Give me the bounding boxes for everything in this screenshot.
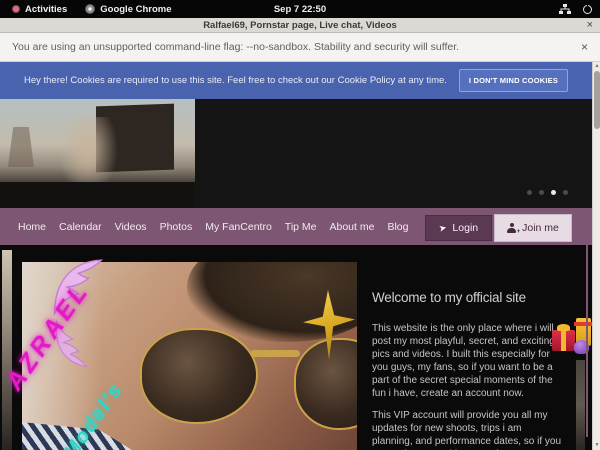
header-photo-placeholder[interactable]: [0, 99, 195, 208]
window-titlebar[interactable]: Ralfael69, Pornstar page, Live chat, Vid…: [0, 18, 600, 33]
slider-dots: [527, 190, 568, 195]
accept-cookies-button[interactable]: I DON'T MIND COOKIES: [459, 69, 568, 92]
power-icon[interactable]: [583, 5, 592, 14]
content-right-border: [586, 245, 588, 437]
clock[interactable]: Sep 7 22:50: [0, 4, 600, 15]
welcome-heading: Welcome to my official site: [372, 290, 564, 305]
photo-background-shape: [22, 262, 102, 450]
window-close-icon[interactable]: ×: [587, 18, 593, 33]
nav-item-tipme[interactable]: Tip Me: [285, 221, 317, 233]
infobar-close-icon[interactable]: ×: [581, 40, 588, 54]
scroll-down-arrow[interactable]: ▼: [593, 441, 600, 450]
login-label: Login: [452, 222, 478, 234]
nav-item-fancentro[interactable]: My FanCentro: [205, 221, 272, 233]
nav-item-blog[interactable]: Blog: [387, 221, 408, 233]
infobar-message: You are using an unsupported command-lin…: [0, 41, 459, 53]
cookie-banner: Hey there! Cookies are required to use t…: [0, 62, 592, 99]
previous-slide-sliver: [2, 250, 12, 450]
site-navbar: Home Calendar Videos Photos My FanCentro…: [0, 208, 592, 245]
paper-plane-icon: ➤: [438, 222, 448, 234]
network-tree-icon[interactable]: [559, 4, 571, 14]
welcome-paragraph-1: This website is the only place where i w…: [372, 322, 564, 400]
scrollbar-thumb[interactable]: [594, 71, 600, 129]
slider-dot-1[interactable]: [527, 190, 532, 195]
nav-item-videos[interactable]: Videos: [115, 221, 147, 233]
photo-lamp-shape: [8, 127, 34, 167]
person-plus-icon: +: [507, 223, 516, 233]
page-viewport: Hey there! Cookies are required to use t…: [0, 62, 600, 450]
join-label: Join me: [522, 222, 559, 234]
scroll-up-arrow[interactable]: ▲: [593, 62, 600, 71]
sunglasses-bridge-shape: [250, 350, 300, 357]
sunglasses-lens-shape: [140, 328, 258, 424]
gift-box-icon: [552, 330, 575, 351]
page-scrollbar[interactable]: ▲ ▼: [592, 62, 600, 450]
photo-couch-shape: [0, 182, 195, 208]
welcome-section: Welcome to my official site This website…: [372, 245, 564, 450]
gnome-top-bar: Activities Google Chrome Sep 7 22:50: [0, 0, 600, 18]
join-me-button[interactable]: + Join me: [494, 214, 572, 242]
cookie-message: Hey there! Cookies are required to use t…: [24, 75, 447, 86]
profile-photo-placeholder[interactable]: [22, 262, 357, 450]
desktop-screen: Activities Google Chrome Sep 7 22:50 Ral…: [0, 0, 600, 450]
welcome-paragraph-2: This VIP account will provide you all my…: [372, 409, 564, 450]
window-title: Ralfael69, Pornstar page, Live chat, Vid…: [203, 20, 397, 31]
header-banner: [0, 99, 592, 208]
right-edge-sliver: [576, 360, 585, 450]
nav-links: Home Calendar Videos Photos My FanCentro…: [18, 208, 408, 245]
main-content: AZRAEL Model's Welcome to my official si…: [0, 245, 592, 450]
chrome-infobar: You are using an unsupported command-lin…: [0, 33, 600, 62]
nav-item-calendar[interactable]: Calendar: [59, 221, 102, 233]
sunglasses-lens-shape: [294, 338, 357, 430]
nav-item-aboutme[interactable]: About me: [330, 221, 375, 233]
slider-dot-2[interactable]: [539, 190, 544, 195]
slider-dot-4[interactable]: [563, 190, 568, 195]
login-button[interactable]: ➤ Login: [425, 215, 492, 241]
nav-item-home[interactable]: Home: [18, 221, 46, 233]
nav-item-photos[interactable]: Photos: [160, 221, 193, 233]
slider-dot-3-active[interactable]: [551, 190, 556, 195]
